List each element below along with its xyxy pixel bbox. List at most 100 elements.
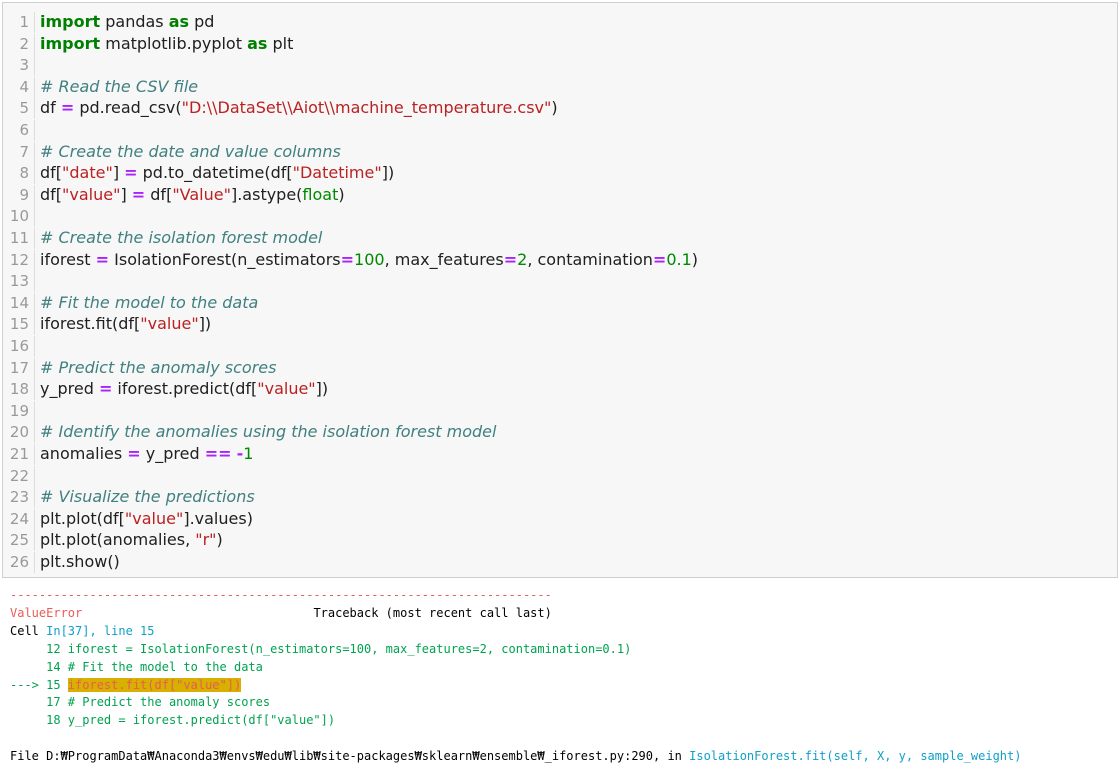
code-token: y_pred xyxy=(40,379,99,399)
code-text: import pandas as pd xyxy=(40,11,214,32)
code-line[interactable]: 8 df["date"] = pd.to_datetime(df["Datetim… xyxy=(3,162,395,185)
code-token: import xyxy=(40,12,101,31)
code-token: ) xyxy=(551,98,558,118)
line-number: 17 xyxy=(3,357,35,379)
code-token: 0.1 xyxy=(666,249,692,269)
code-token: # Create the isolation forest model xyxy=(40,228,323,247)
code-line[interactable]: 24 plt.plot(df["value"].values) xyxy=(3,508,253,530)
output-token: 14 # Fit the model to the data xyxy=(10,659,263,674)
output-token: ----------------------------------------… xyxy=(10,588,552,602)
code-token: "value" xyxy=(124,508,184,528)
code-token: , max_features xyxy=(384,249,504,269)
line-number: 20 xyxy=(3,422,35,444)
code-token: == xyxy=(204,444,232,463)
code-token: ].values) xyxy=(183,508,253,528)
code-line[interactable]: 22 xyxy=(3,465,40,487)
code-token: df[ xyxy=(40,184,63,204)
code-line[interactable]: 5 df = pd.read_csv("D:\\DataSet\\Aiot\\ma… xyxy=(3,97,558,120)
code-token: iforest.predict(df[ xyxy=(112,379,258,399)
code-line[interactable]: 14 # Fit the model to the data xyxy=(3,292,259,314)
code-text: y_pred = iforest.predict(df["value"]) xyxy=(40,378,328,399)
code-text: import matplotlib.pyplot as plt xyxy=(40,33,293,54)
code-token: # Fit the model to the data xyxy=(40,292,259,312)
output-line: ---> 15 iforest.fit(df["value"]) xyxy=(10,676,242,694)
code-text: plt.plot(anomalies, "r") xyxy=(40,529,223,550)
code-token: = xyxy=(340,249,355,269)
code-token: ) xyxy=(691,249,699,269)
output-line: 288 """ xyxy=(10,765,90,769)
code-text: df["value"] = df["Value"].astype(float) xyxy=(40,184,345,205)
line-number: 26 xyxy=(3,552,35,573)
code-token: df xyxy=(40,98,61,118)
line-number: 25 xyxy=(3,530,35,552)
code-line[interactable]: 15 iforest.fit(df["value"]) xyxy=(3,313,211,336)
code-token: # Visualize the predictions xyxy=(40,487,255,507)
code-token: plt.plot(df[ xyxy=(40,508,125,528)
output-token: In[37], line 15 xyxy=(46,623,155,638)
line-number: 21 xyxy=(3,444,35,465)
code-line[interactable]: 3 xyxy=(3,54,40,77)
code-line[interactable]: 21 anomalies = y_pred == -1 xyxy=(3,443,253,465)
code-token: ] xyxy=(120,184,132,204)
output-token: ValueError xyxy=(10,605,83,620)
code-line[interactable]: 2 import matplotlib.pyplot as plt xyxy=(3,33,293,55)
code-token: "r" xyxy=(195,530,217,550)
line-number: 2 xyxy=(3,33,35,55)
code-token: ) xyxy=(338,184,345,204)
line-number: 8 xyxy=(3,163,35,185)
code-token: = xyxy=(127,444,141,463)
line-number: 22 xyxy=(3,465,35,487)
output-token: ---> 15 xyxy=(10,677,68,692)
output-token: Traceback (most recent call last) xyxy=(82,605,552,620)
code-token: = xyxy=(98,379,113,399)
code-line[interactable]: 13 xyxy=(3,270,40,293)
line-number: 11 xyxy=(3,228,35,249)
code-token: "Value" xyxy=(172,184,231,204)
code-token: pd.read_csv( xyxy=(74,98,182,118)
output-line: Cell In[37], line 15 xyxy=(10,622,155,640)
code-token: df[ xyxy=(40,163,63,183)
code-token: = xyxy=(95,249,110,269)
code-line[interactable]: 6 xyxy=(3,119,40,141)
code-token: matplotlib.pyplot xyxy=(100,33,248,53)
code-line[interactable]: 9 df["value"] = df["Value"].astype(float) xyxy=(3,184,345,206)
code-token: plt xyxy=(267,33,294,53)
code-token: iforest.fit(df[ xyxy=(40,314,141,334)
code-token: IsolationForest(n_estimators xyxy=(109,249,341,269)
line-number: 23 xyxy=(3,487,35,509)
code-line[interactable]: 16 xyxy=(3,335,40,357)
code-text: iforest = IsolationForest(n_estimators=1… xyxy=(40,249,698,270)
code-token: 2 xyxy=(517,249,528,269)
code-token: ) xyxy=(216,530,223,550)
code-token: , contamination xyxy=(527,249,653,269)
output-token: (self, X, y, sample_weight) xyxy=(826,749,1022,764)
code-line[interactable]: 20 # Identify the anomalies using the iso… xyxy=(3,421,496,444)
code-token: = xyxy=(124,163,138,183)
code-token: 1 xyxy=(243,444,254,463)
code-cell-editor[interactable]: 1 import pandas as pd 2 import matplotlib.p… xyxy=(2,2,1118,578)
code-token: "value" xyxy=(62,184,121,204)
code-text: # Predict the anomaly scores xyxy=(40,357,276,378)
code-token: "date" xyxy=(62,163,113,183)
line-number: 3 xyxy=(3,55,35,77)
code-line[interactable]: 17 # Predict the anomaly scores xyxy=(3,357,276,379)
code-line[interactable]: 10 xyxy=(3,205,40,228)
code-line[interactable]: 19 xyxy=(3,400,40,422)
code-line[interactable]: 4 # Read the CSV file xyxy=(3,76,198,98)
code-line[interactable]: 18 y_pred = iforest.predict(df["value"]) xyxy=(3,378,328,401)
code-text: plt.show() xyxy=(40,551,120,572)
line-number: 16 xyxy=(3,336,35,357)
code-text: # Identify the anomalies using the isola… xyxy=(40,421,496,442)
code-token: "value" xyxy=(140,314,199,334)
code-line[interactable]: 11 # Create the isolation forest model xyxy=(3,227,323,249)
code-token: as xyxy=(247,33,268,53)
output-token: 18 y_pred = iforest.predict(df["value"]) xyxy=(10,713,336,728)
code-line[interactable]: 7 # Create the date and value columns xyxy=(3,141,341,163)
code-text: anomalies = y_pred == -1 xyxy=(40,443,253,464)
code-line[interactable]: 26 plt.show() xyxy=(3,551,120,573)
code-line[interactable]: 25 plt.plot(anomalies, "r") xyxy=(3,529,223,552)
code-line[interactable]: 1 import pandas as pd xyxy=(3,11,214,33)
code-token: ]) xyxy=(381,163,395,183)
code-line[interactable]: 12 iforest = IsolationForest(n_estimators… xyxy=(3,249,698,271)
code-line[interactable]: 23 # Visualize the predictions xyxy=(3,486,255,509)
